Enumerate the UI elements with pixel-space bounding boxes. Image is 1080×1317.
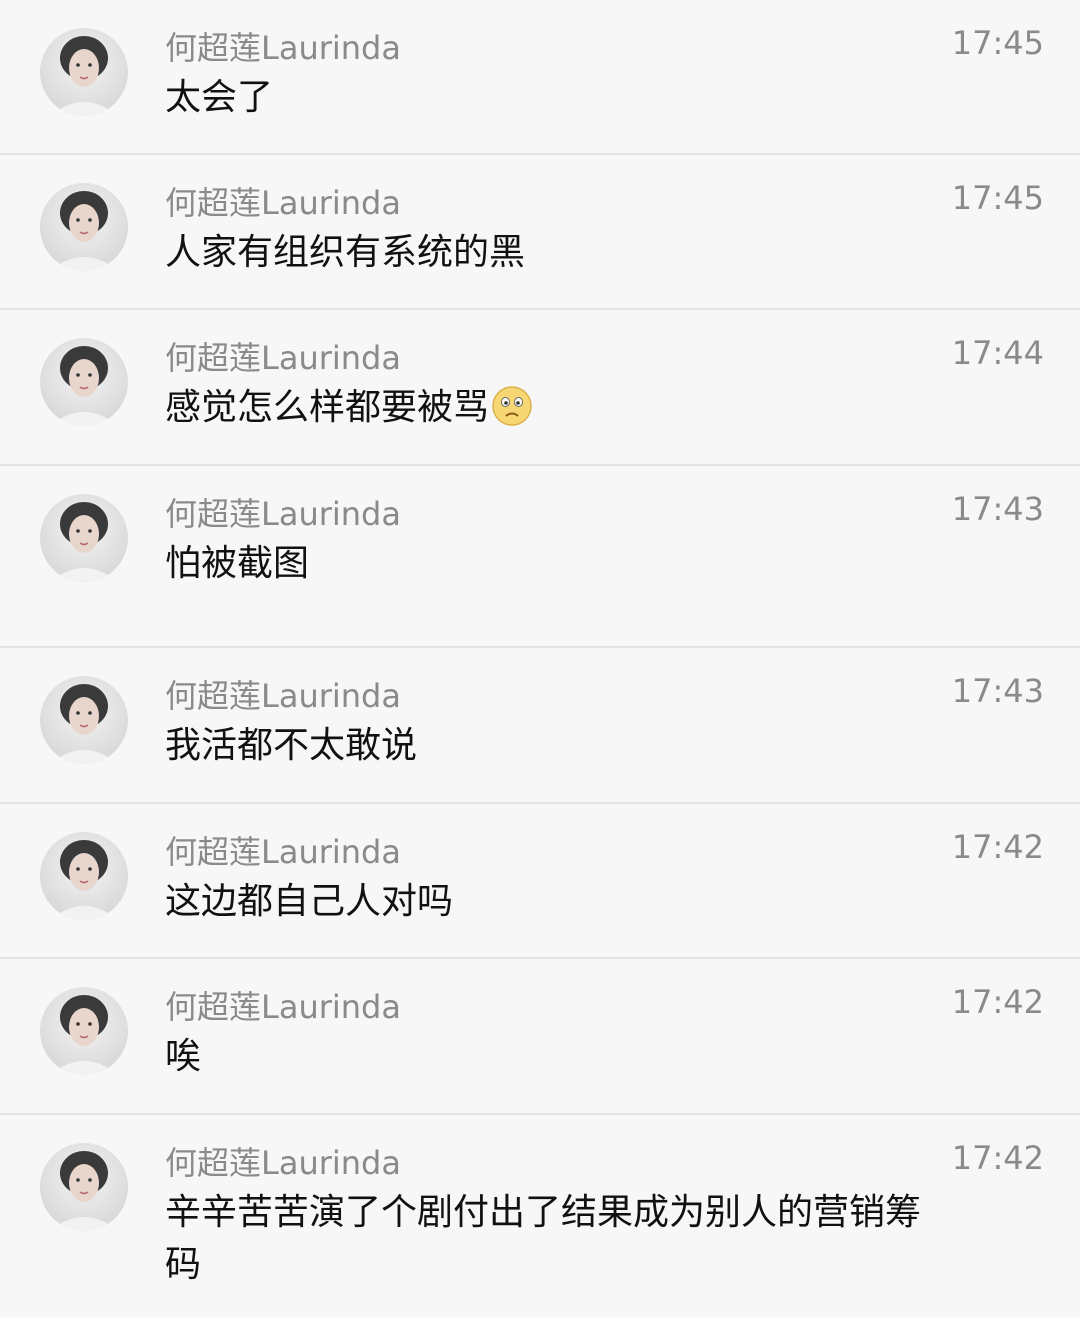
message-row[interactable]: 何超莲Laurinda 17:42 唉 — [0, 959, 1080, 1115]
worried-face-icon — [491, 385, 533, 442]
message-row[interactable]: 何超莲Laurinda 17:44 感觉怎么样都要被骂 — [0, 310, 1080, 466]
sender-name: 何超莲Laurinda — [165, 339, 401, 377]
message-row[interactable]: 何超莲Laurinda 17:45 人家有组织有系统的黑 — [0, 155, 1080, 310]
avatar[interactable] — [40, 28, 128, 116]
timestamp: 17:45 — [951, 24, 1044, 62]
avatar[interactable] — [40, 676, 128, 764]
timestamp: 17:43 — [951, 672, 1044, 710]
message-content: 感觉怎么样都要被骂 — [165, 382, 925, 442]
timestamp: 17:42 — [951, 828, 1044, 866]
message-row[interactable]: 何超莲Laurinda 17:42 辛辛苦苦演了个剧付出了结果成为别人的营销筹码 — [0, 1115, 1080, 1317]
sender-name: 何超莲Laurinda — [165, 184, 401, 222]
message-list: 何超莲Laurinda 17:45 太会了 何超莲Laurinda 17:45 … — [0, 0, 1080, 1317]
message-text: 人家有组织有系统的黑 — [165, 232, 526, 273]
message-text: 唉 — [165, 1036, 202, 1077]
sender-name: 何超莲Laurinda — [165, 495, 401, 533]
message-text: 感觉怎么样都要被骂 — [165, 387, 490, 428]
timestamp: 17:44 — [951, 334, 1044, 372]
message-row[interactable]: 何超莲Laurinda 17:43 怕被截图 — [0, 466, 1080, 648]
avatar[interactable] — [40, 832, 128, 920]
sender-name: 何超莲Laurinda — [165, 988, 401, 1026]
message-text: 太会了 — [165, 77, 274, 118]
timestamp: 17:42 — [951, 1139, 1044, 1177]
message-row[interactable]: 何超莲Laurinda 17:43 我活都不太敢说 — [0, 648, 1080, 804]
timestamp: 17:43 — [951, 490, 1044, 528]
sender-name: 何超莲Laurinda — [165, 29, 401, 67]
sender-name: 何超莲Laurinda — [165, 1144, 401, 1182]
avatar[interactable] — [40, 183, 128, 271]
avatar[interactable] — [40, 338, 128, 426]
message-row[interactable]: 何超莲Laurinda 17:45 太会了 — [0, 0, 1080, 155]
message-row[interactable]: 何超莲Laurinda 17:42 这边都自己人对吗 — [0, 804, 1080, 959]
timestamp: 17:42 — [951, 983, 1044, 1021]
timestamp: 17:45 — [951, 179, 1044, 217]
message-text: 我活都不太敢说 — [165, 725, 418, 766]
avatar[interactable] — [40, 987, 128, 1075]
sender-name: 何超莲Laurinda — [165, 677, 401, 715]
message-text: 辛辛苦苦演了个剧付出了结果成为别人的营销筹码 — [165, 1192, 922, 1285]
avatar[interactable] — [40, 1143, 128, 1231]
message-text: 怕被截图 — [165, 543, 310, 584]
sender-name: 何超莲Laurinda — [165, 833, 401, 871]
avatar[interactable] — [40, 494, 128, 582]
message-text: 这边都自己人对吗 — [165, 881, 454, 922]
